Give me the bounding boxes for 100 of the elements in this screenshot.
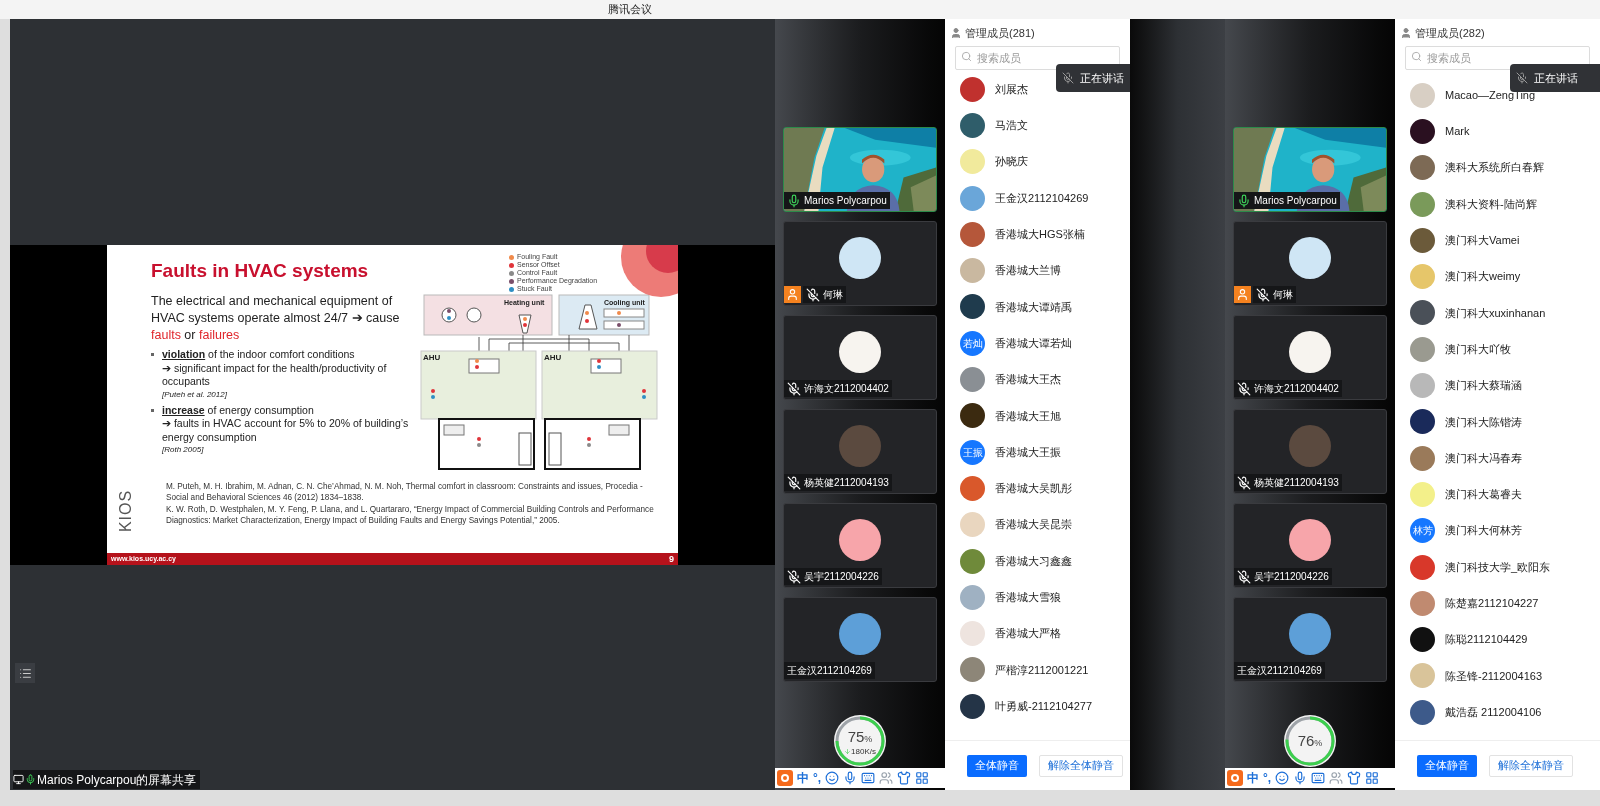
screen-share-icon (13, 774, 24, 785)
member-name: 刘展杰 (995, 81, 1028, 97)
member-name: 香港城大谭若灿 (995, 335, 1072, 351)
member-icon (1400, 27, 1412, 39)
emoji-icon[interactable] (825, 771, 840, 785)
video-tile[interactable]: 吴宇2112004226 (783, 503, 937, 588)
ime-mode-toggle[interactable]: °, (1263, 769, 1272, 787)
member-name: Macao—ZengTing (1445, 87, 1536, 103)
toolbox-icon[interactable] (1365, 771, 1380, 785)
usage-ring-icon (1284, 715, 1336, 767)
list-toggle-button[interactable] (15, 663, 35, 683)
ime-mode-toggle[interactable]: °, (813, 769, 822, 787)
member-name: 香港城大严格 (995, 626, 1061, 642)
video-tile[interactable]: 杨英健2112004193 (1233, 409, 1387, 494)
skin-icon[interactable] (1347, 771, 1362, 785)
speaking-label: 正在讲话 (1534, 70, 1578, 86)
participant-name: 许海文2112004402 (804, 382, 889, 396)
diagram-label: AHU (423, 353, 441, 362)
usage-ring-icon (834, 715, 886, 767)
emoji-icon[interactable] (1275, 771, 1290, 785)
member-name: 澳门科大Vamei (1445, 233, 1520, 249)
mute-all-button[interactable]: 解除全体静音 (1039, 754, 1123, 777)
member-name: 陈楚嘉2112104227 (1445, 596, 1539, 612)
member-name: 澳门科大xuxinhanan (1445, 305, 1546, 321)
network-speed-widget[interactable]: 75% 180K/s (834, 715, 886, 767)
participant-name: 杨英健2112004193 (804, 476, 889, 490)
mute-all-button[interactable]: 全体静音 (967, 754, 1027, 777)
participant-name: 吴宇2112004226 (1254, 570, 1329, 584)
users-icon[interactable] (879, 771, 894, 785)
avatar-initials: 若灿 (962, 336, 983, 351)
usage-percent: 76% (1297, 733, 1323, 751)
member-name: 澳门科大冯春寿 (1445, 450, 1522, 466)
ime-mode-toggle[interactable]: 中 (1247, 769, 1259, 787)
mute-all-button[interactable]: 解除全体静音 (1489, 754, 1573, 777)
member-name: 澳科大资料-陆尚辉 (1445, 196, 1537, 212)
member-name: 澳门科大weimy (1445, 269, 1521, 285)
video-tile[interactable]: Marios Polycarpou (1233, 127, 1387, 212)
reference-text: K. W. Roth, D. Westphalen, M. Y. Feng, P. Llana, and L. Quartararo, “Energy Impact of Commercial Building Controls and Performance Diagnostics: Market Characterization, Energy Impact of Building Faults and Energy Savings Potential,” 2005. (166, 503, 655, 527)
video-tile[interactable]: 吴宇2112004226 (1233, 503, 1387, 588)
bullet-detail: ➔ significant impact for the health/productivity of occupants (162, 361, 388, 389)
list-icon (18, 666, 32, 680)
bullet-text: violation of the indoor comfort conditions (162, 348, 356, 362)
video-tile[interactable]: 王金汉2112104269 (1233, 597, 1387, 682)
member-name: 香港城大HGS张楠 (995, 227, 1085, 243)
member-name: 马浩文 (995, 118, 1028, 134)
bullet-icon (151, 408, 154, 412)
window-title: 腾讯会议 (608, 2, 652, 18)
panel-title: 管理成员(282) (1415, 25, 1485, 41)
member-name: 王金汉2112104269 (995, 190, 1089, 206)
member-name: 香港城大王杰 (995, 372, 1061, 388)
bullet-icon (151, 353, 154, 356)
keyboard-icon[interactable] (1311, 771, 1326, 785)
member-name: 香港城大兰博 (995, 263, 1061, 279)
voice-input-icon[interactable] (843, 771, 858, 785)
mute-all-button[interactable]: 全体静音 (1417, 754, 1477, 777)
microphone-icon (25, 774, 36, 785)
participant-name: 何琳 (1273, 288, 1293, 302)
member-name: 澳门科大葛睿夫 (1445, 487, 1522, 503)
ime-mode-toggle[interactable]: 中 (797, 769, 809, 787)
voice-input-icon[interactable] (1293, 771, 1308, 785)
search-field[interactable]: 搜索成员 (955, 46, 1120, 70)
video-tile[interactable]: 杨英健2112004193 (783, 409, 937, 494)
diagram-label: AHU (544, 353, 562, 362)
download-speed: 180K/s (851, 746, 876, 756)
keyboard-icon[interactable] (861, 771, 876, 785)
logo-icon[interactable] (777, 770, 793, 786)
member-name: Mark (1445, 124, 1470, 140)
search-field[interactable]: 搜索成员 (1405, 46, 1590, 70)
skin-icon[interactable] (897, 771, 912, 785)
member-name: 澳门科大陈锴涛 (1445, 414, 1522, 430)
video-tile[interactable]: 何琳 (1233, 221, 1387, 306)
video-tile[interactable]: 许海文2112004402 (783, 315, 937, 400)
share-caption-text: Marios Polycarpou的屏幕共享 (37, 771, 197, 789)
bullet-detail: ➔ faults in HVAC account for 5% to 20% of building’s energy consumption (162, 417, 410, 444)
users-icon[interactable] (1329, 771, 1344, 785)
network-speed-widget[interactable]: 76% (1284, 715, 1336, 767)
toolbox-icon[interactable] (915, 771, 930, 785)
member-name: 陈圣锋-2112004163 (1445, 668, 1543, 684)
avatar-initials: 林芳 (1412, 524, 1433, 539)
video-tile[interactable]: 何琳 (783, 221, 937, 306)
member-name: 叶勇威-2112104277 (995, 698, 1093, 714)
participant-name: 许海文2112004402 (1254, 382, 1339, 396)
search-icon (1411, 51, 1422, 62)
video-tile[interactable]: Marios Polycarpou (783, 127, 937, 212)
participant-name: 王金汉2112104269 (1237, 664, 1322, 678)
video-tile[interactable]: 王金汉2112104269 (783, 597, 937, 682)
member-name: 香港城大雪狼 (995, 590, 1061, 606)
member-icon (950, 27, 962, 39)
member-name: 香港城大王振 (995, 444, 1061, 460)
participant-name: 何琳 (823, 288, 843, 302)
member-name: 澳门科大蔡瑞涵 (1445, 378, 1522, 394)
participant-name: 杨英健2112004193 (1254, 476, 1339, 490)
muted-microphone-icon (1516, 72, 1528, 84)
video-tile[interactable]: 许海文2112004402 (1233, 315, 1387, 400)
usage-percent: 75% (847, 728, 873, 747)
slide-number: 9 (669, 554, 674, 564)
member-name: 香港城大王旭 (995, 408, 1061, 424)
logo-icon[interactable] (1227, 770, 1243, 786)
citation: [Puteh et al. 2012] (162, 388, 228, 400)
participant-name: 吴宇2112004226 (804, 570, 879, 584)
